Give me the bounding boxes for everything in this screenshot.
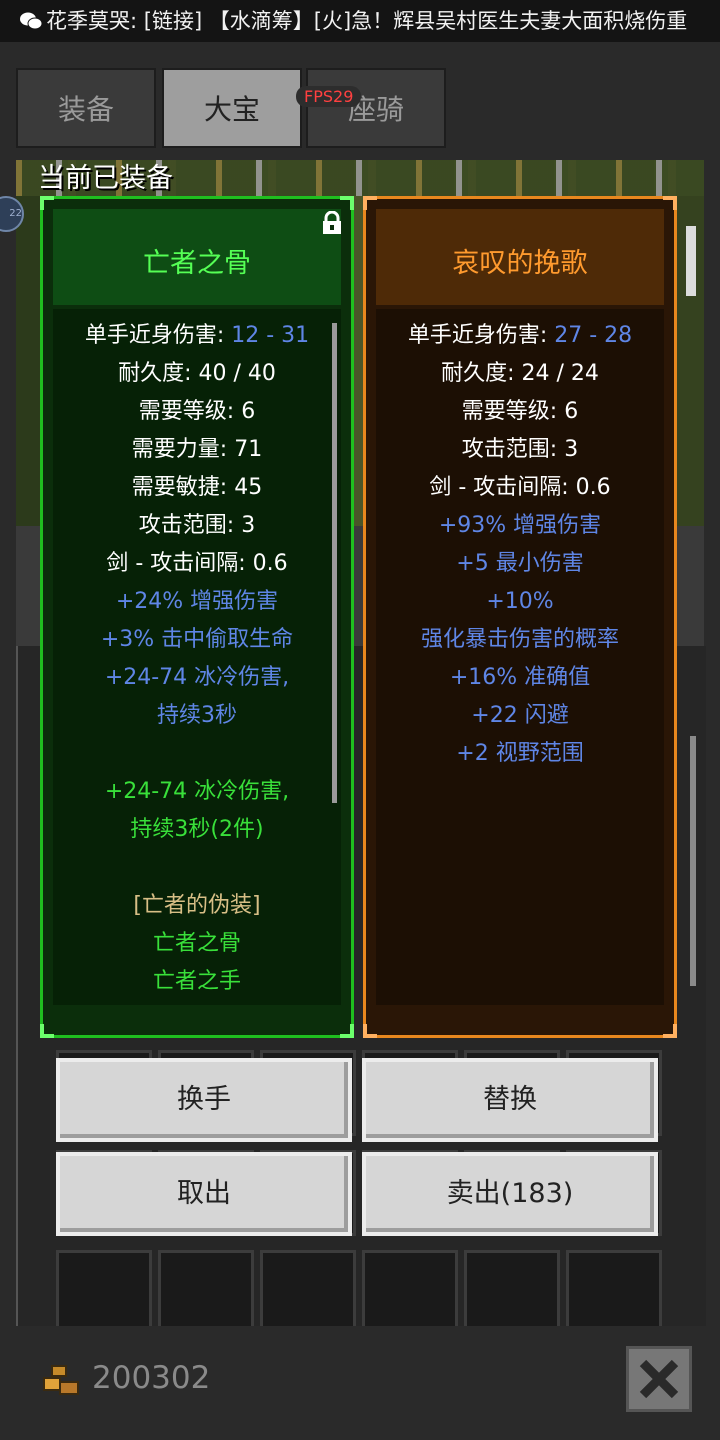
- magic-line: +10%: [486, 589, 554, 614]
- replace-button[interactable]: 替换: [362, 1058, 658, 1142]
- item-stats: 单手近身伤害: 12 - 31 耐久度: 40 / 40 需要等级: 6 需要力…: [53, 309, 341, 1005]
- inventory-slot[interactable]: [566, 1250, 662, 1336]
- stat-line: 需要等级: 6: [138, 399, 256, 424]
- notification-text: 花季莫哭: [链接] 【水滴筹】[火]急！辉县吴村医生夫妻大面积烧伤重: [46, 9, 688, 33]
- stat-line: 单手近身伤害: 27 - 28: [407, 323, 633, 348]
- inventory-slot[interactable]: [362, 1250, 458, 1336]
- notification-bar[interactable]: 花季莫哭: [链接] 【水滴筹】[火]急！辉县吴村医生夫妻大面积烧伤重: [0, 0, 720, 42]
- corner-ornament: [363, 196, 377, 210]
- magic-line: 强化暴击伤害的概率: [420, 627, 619, 652]
- close-icon: [639, 1359, 679, 1399]
- stat-line: 剑 - 攻击间隔: 0.6: [106, 551, 288, 576]
- magic-line: +24-74 冰冷伤害,: [104, 665, 290, 690]
- stat-line: 单手近身伤害: 12 - 31: [84, 323, 310, 348]
- lock-icon[interactable]: [321, 211, 343, 235]
- set-name: [亡者的伪装]: [133, 893, 261, 918]
- magic-line: 持续3秒: [157, 703, 237, 728]
- item-name: 亡者之骨: [53, 209, 341, 305]
- magic-line: +5 最小伤害: [456, 551, 584, 576]
- stat-line: 需要力量: 71: [131, 437, 263, 462]
- corner-ornament: [340, 196, 354, 210]
- tab-dabao[interactable]: 大宝: [162, 68, 302, 148]
- stat-line: 剑 - 攻击间隔: 0.6: [429, 475, 611, 500]
- avatar-badge: 22: [9, 208, 22, 219]
- stat-line: 耐久度: 40 / 40: [118, 361, 276, 386]
- magic-line: +24% 增强伤害: [115, 589, 279, 614]
- item-stats: 单手近身伤害: 27 - 28 耐久度: 24 / 24 需要等级: 6 攻击范…: [376, 309, 664, 1005]
- set-bonus-line: +24-74 冰冷伤害,: [104, 779, 290, 804]
- tab-mount[interactable]: 座骑: [306, 68, 446, 148]
- sell-button[interactable]: 卖出(183): [362, 1152, 658, 1236]
- stat-line: 攻击范围: 3: [138, 513, 256, 538]
- take-out-button[interactable]: 取出: [56, 1152, 352, 1236]
- magic-line: +2 视野范围: [456, 741, 584, 766]
- side-scroll-handle[interactable]: [686, 226, 696, 296]
- magic-line: +93% 增强伤害: [438, 513, 602, 538]
- corner-ornament: [340, 1024, 354, 1038]
- compare-item-card: 哀叹的挽歌 单手近身伤害: 27 - 28 耐久度: 24 / 24 需要等级:…: [363, 196, 677, 1038]
- wechat-icon: [20, 12, 42, 30]
- stat-line: 需要等级: 6: [461, 399, 579, 424]
- inventory-slot[interactable]: [260, 1250, 356, 1336]
- tab-equipment[interactable]: 装备: [16, 68, 156, 148]
- set-item: 亡者之手: [152, 969, 241, 994]
- section-title: 当前已装备: [38, 163, 173, 194]
- magic-line: +22 闪避: [471, 703, 569, 728]
- set-item: 亡者之骨: [152, 931, 241, 956]
- magic-line: +16% 准确值: [449, 665, 591, 690]
- magic-line: +3% 击中偷取生命: [100, 627, 294, 652]
- gold-amount: 200302: [92, 1360, 211, 1396]
- corner-ornament: [663, 1024, 677, 1038]
- stat-line: 攻击范围: 3: [461, 437, 579, 462]
- swap-hand-button[interactable]: 换手: [56, 1058, 352, 1142]
- corner-ornament: [363, 1024, 377, 1038]
- inventory-slot[interactable]: [56, 1250, 152, 1336]
- fps-counter: FPS29: [296, 86, 362, 107]
- inventory-slot[interactable]: [158, 1250, 254, 1336]
- stat-line: 耐久度: 24 / 24: [441, 361, 599, 386]
- equipped-item-card: 亡者之骨 单手近身伤害: 12 - 31 耐久度: 40 / 40 需要等级: …: [40, 196, 354, 1038]
- stats-scrollbar[interactable]: [332, 323, 337, 803]
- stat-line: 需要敏捷: 45: [131, 475, 263, 500]
- corner-ornament: [663, 196, 677, 210]
- corner-ornament: [40, 196, 54, 210]
- item-name: 哀叹的挽歌: [376, 209, 664, 305]
- gold-coins-icon: [43, 1365, 79, 1395]
- inventory-scrollbar[interactable]: [690, 736, 696, 986]
- inventory-slot[interactable]: [464, 1250, 560, 1336]
- close-button[interactable]: [626, 1346, 692, 1412]
- set-bonus-line: 持续3秒(2件): [130, 817, 264, 842]
- corner-ornament: [40, 1024, 54, 1038]
